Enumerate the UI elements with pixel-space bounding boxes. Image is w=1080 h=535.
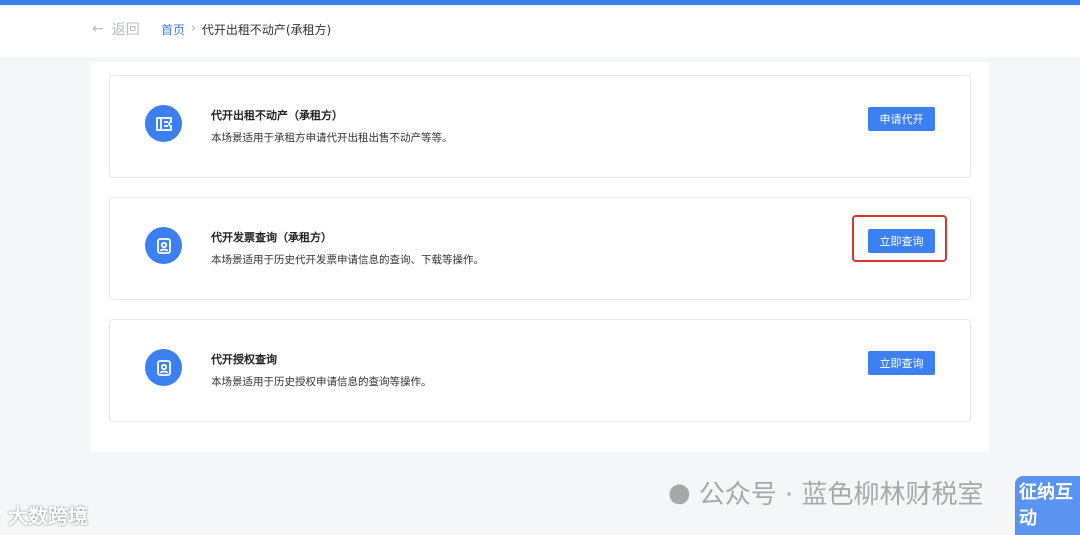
back-button[interactable]: ← 返回 [92,19,140,39]
header: ← 返回 首页 › 代开出租不动产(承租方) [0,5,1080,57]
main-panel: 代开出租不动产（承租方） 本场景适用于承租方申请代开出租出售不动产等等。 申请代… [90,62,989,452]
service-card-invoice-query: 代开发票查询（承租方） 本场景适用于历史代开发票申请信息的查询、下载等操作。 立… [109,197,971,300]
card-description: 本场景适用于承租方申请代开出租出售不动产等等。 [211,132,453,144]
breadcrumb-current: 代开出租不动产(承租方) [201,23,332,37]
watermark-right: ● 公众号 · 蓝色柳林财税室 [668,474,983,511]
card-description: 本场景适用于历史授权申请信息的查询等操作。 [211,376,432,388]
query-now-button[interactable]: 立即查询 [868,229,935,253]
card-description: 本场景适用于历史代开发票申请信息的查询、下载等操作。 [211,254,484,266]
watermark-left: 大数跨境 [8,504,88,528]
breadcrumb: 首页 › 代开出租不动产(承租方) [161,21,331,38]
breadcrumb-home[interactable]: 首页 [161,21,185,38]
card-title: 代开出租不动产（承租方） [211,109,343,122]
card-title: 代开授权查询 [211,353,277,366]
arrow-left-icon: ← [92,21,104,37]
chevron-right-icon: › [191,21,196,35]
mascot-badge: 征纳互动 [1015,476,1080,535]
profile-card-icon [145,349,182,386]
wechat-icon: ● [668,477,691,508]
query-now-button[interactable]: 立即查询 [868,351,935,375]
service-card-authorization-query: 代开授权查询 本场景适用于历史授权申请信息的查询等操作。 立即查询 [109,319,971,422]
profile-card-icon [145,227,182,264]
apply-issue-button[interactable]: 申请代开 [868,107,935,131]
ticket-icon [145,105,182,142]
service-card-rent-invoice: 代开出租不动产（承租方） 本场景适用于承租方申请代开出租出售不动产等等。 申请代… [109,75,971,178]
back-label: 返回 [111,22,140,38]
card-title: 代开发票查询（承租方） [211,231,332,244]
watermark-text: 公众号 · 蓝色柳林财税室 [698,480,984,510]
